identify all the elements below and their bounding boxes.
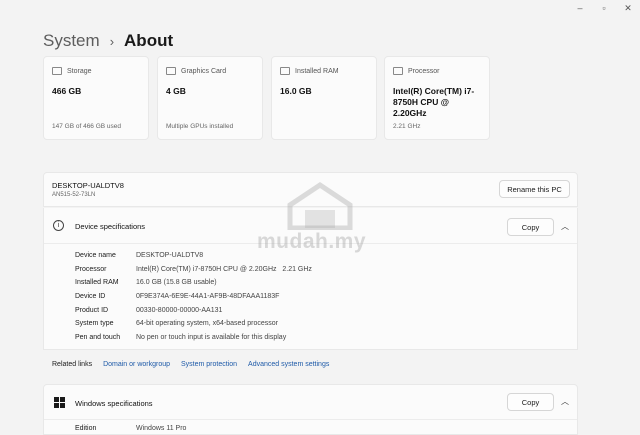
card-value: 4 GB [166, 86, 186, 96]
installed-ram-card[interactable]: Installed RAM 16.0 GB [271, 56, 377, 140]
spec-row: Processor Intel(R) Core(TM) i7-8750H CPU … [75, 263, 312, 277]
windows-specifications-panel: Windows specifications Copy ︿ Edition Wi… [43, 384, 578, 435]
section-title: Device specifications [75, 222, 146, 231]
related-links-label: Related links [52, 361, 93, 368]
card-subtext: Multiple GPUs installed [166, 123, 234, 130]
card-value: Intel(R) Core(TM) i7-8750H CPU @ 2.20GHz [393, 86, 475, 118]
spec-row: Pen and touch No pen or touch input is av… [75, 331, 312, 345]
windows-specifications-header[interactable]: Windows specifications Copy ︿ [44, 385, 577, 420]
rename-pc-button[interactable]: Rename this PC [499, 180, 570, 198]
ram-icon [280, 67, 290, 75]
advanced-system-settings-link[interactable]: Advanced system settings [248, 361, 329, 368]
breadcrumb: System › About [43, 29, 173, 53]
processor-card[interactable]: Processor Intel(R) Core(TM) i7-8750H CPU… [384, 56, 490, 140]
spec-label: Pen and touch [75, 333, 121, 341]
graphics-card-card[interactable]: Graphics Card 4 GB Multiple GPUs install… [157, 56, 263, 140]
page-title: About [124, 31, 174, 50]
device-specifications-header[interactable]: i Device specifications Copy ︿ [44, 208, 577, 244]
storage-card[interactable]: Storage 466 GB 147 GB of 466 GB used [43, 56, 149, 140]
section-title: Windows specifications [75, 399, 153, 408]
spec-value: 64-bit operating system, x64-based proce… [136, 320, 279, 328]
spec-label: Device ID [75, 293, 106, 301]
close-button[interactable]: ✕ [621, 3, 635, 14]
info-icon: i [53, 220, 64, 231]
spec-list: Device name DESKTOP-UALDTV8 Processor Inte… [75, 249, 312, 344]
related-links: Related links Domain or workgroup System… [52, 361, 340, 368]
card-title: Processor [408, 67, 440, 75]
device-name: DESKTOP-UALDTV8 [52, 181, 124, 190]
spec-row: Device name DESKTOP-UALDTV8 [75, 249, 312, 263]
spec-row: Edition Windows 11 Pro [75, 425, 186, 432]
card-value: 16.0 GB [280, 86, 312, 96]
card-subtext: 147 GB of 466 GB used [52, 123, 122, 130]
chevron-right-icon: › [109, 33, 115, 49]
spec-value: 00330-80000-00000-AA131 [136, 306, 223, 314]
spec-value: Intel(R) Core(TM) i7-8750H CPU @ 2.20GHz… [136, 265, 312, 273]
device-model: AN515-52-73LN [52, 192, 96, 198]
device-specifications-panel: i Device specifications Copy ︿ Device na… [43, 208, 578, 350]
card-subtext: 2.21 GHz [393, 123, 421, 130]
card-title: Graphics Card [181, 67, 227, 75]
device-name-header: DESKTOP-UALDTV8 AN515-52-73LN Rename thi… [43, 172, 578, 207]
spec-row: Product ID 00330-80000-00000-AA131 [75, 303, 312, 317]
chevron-up-icon[interactable]: ︿ [561, 221, 569, 232]
copy-device-specs-button[interactable]: Copy [507, 218, 554, 236]
title-bar: – ▫ ✕ [0, 0, 640, 18]
spec-value: No pen or touch input is available for t… [136, 333, 287, 341]
spec-label: System type [75, 320, 114, 328]
minimize-button[interactable]: – [573, 3, 587, 13]
card-value: 466 GB [52, 86, 82, 96]
spec-value: DESKTOP-UALDTV8 [136, 252, 204, 260]
spec-row: Installed RAM 16.0 GB (15.8 GB usable) [75, 276, 312, 290]
spec-value: 16.0 GB (15.8 GB usable) [136, 279, 217, 287]
spec-value: Windows 11 Pro [136, 425, 187, 432]
processor-icon [393, 67, 403, 75]
spec-label: Installed RAM [75, 279, 119, 287]
spec-value: 0F9E374A-6E9E-44A1-AF9B-48DFAAA1183F [136, 293, 280, 301]
card-title: Storage [67, 67, 92, 75]
spec-label: Edition [75, 425, 97, 432]
maximize-button[interactable]: ▫ [597, 3, 611, 13]
graphics-card-icon [166, 67, 176, 75]
chevron-up-icon[interactable]: ︿ [561, 396, 569, 407]
spec-row: System type 64-bit operating system, x64-… [75, 317, 312, 331]
spec-label: Device name [75, 252, 116, 260]
spec-row: Device ID 0F9E374A-6E9E-44A1-AF9B-48DFAAA… [75, 290, 312, 304]
copy-windows-specs-button[interactable]: Copy [507, 393, 554, 411]
spec-label: Processor [75, 265, 107, 273]
spec-label: Product ID [75, 306, 109, 314]
domain-workgroup-link[interactable]: Domain or workgroup [103, 361, 170, 368]
breadcrumb-system[interactable]: System [43, 31, 100, 51]
card-title: Installed RAM [295, 67, 339, 75]
system-protection-link[interactable]: System protection [181, 361, 237, 368]
storage-icon [52, 67, 62, 75]
windows-logo-icon [54, 397, 65, 408]
